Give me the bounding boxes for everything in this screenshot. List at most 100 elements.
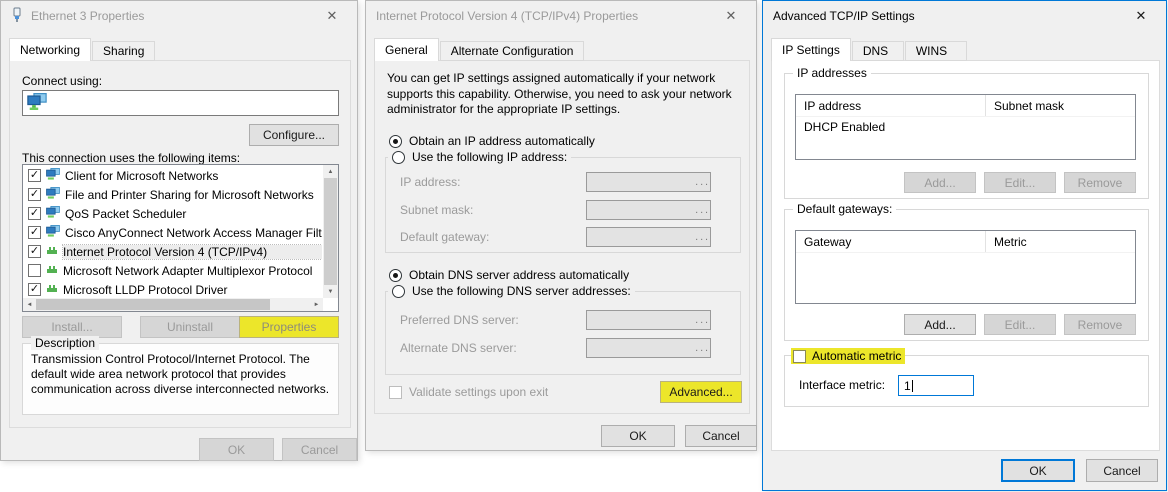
list-item-selected[interactable]: ✓ Internet Protocol Version 4 (TCP/IPv4) xyxy=(24,242,322,261)
checkbox-checked[interactable]: ✓ xyxy=(28,245,41,258)
radio-obtain-dns[interactable]: Obtain DNS server address automatically xyxy=(389,268,629,282)
dialog-title: Internet Protocol Version 4 (TCP/IPv4) P… xyxy=(376,9,638,23)
ip-addresses-listview[interactable]: IP address Subnet mask DHCP Enabled xyxy=(795,94,1136,160)
install-button[interactable]: Install... xyxy=(22,316,122,338)
gateways-listview[interactable]: Gateway Metric xyxy=(795,230,1136,304)
tab-general[interactable]: General xyxy=(374,38,439,61)
list-item[interactable]: ✓ Microsoft LLDP Protocol Driver xyxy=(24,280,322,299)
radio-unselected-icon[interactable] xyxy=(392,151,405,164)
uninstall-button[interactable]: Uninstall xyxy=(140,316,240,338)
list-item-label: Microsoft LLDP Protocol Driver xyxy=(63,283,322,297)
ethernet-titlebar[interactable]: Ethernet 3 Properties ✕ xyxy=(1,1,357,31)
validate-label: Validate settings upon exit xyxy=(409,385,548,399)
protocol-icon xyxy=(46,245,58,259)
description-groupbox: Description Transmission Control Protoco… xyxy=(22,343,339,415)
remove-button[interactable]: Remove xyxy=(1064,314,1136,335)
ok-button[interactable]: OK xyxy=(601,425,675,447)
advanced-button-highlighted[interactable]: Advanced... xyxy=(660,381,742,403)
default-gateway-label: Default gateway: xyxy=(400,230,489,244)
use-dns-groupbox: Use the following DNS server addresses: … xyxy=(385,291,741,375)
checkbox-checked[interactable]: ✓ xyxy=(28,207,41,220)
ok-button[interactable]: OK xyxy=(199,438,274,461)
tab-ip-settings[interactable]: IP Settings xyxy=(771,38,851,61)
checkbox-unchecked[interactable] xyxy=(28,264,41,277)
checkbox-checked[interactable]: ✓ xyxy=(28,283,41,296)
listview-row-dhcp[interactable]: DHCP Enabled xyxy=(796,117,1135,134)
checkbox-checked[interactable]: ✓ xyxy=(28,188,41,201)
connection-items-listbox[interactable]: ✓ Client for Microsoft Networks ✓ File a… xyxy=(22,164,339,312)
column-header-ip[interactable]: IP address xyxy=(796,95,986,116)
description-caption: Description xyxy=(31,336,99,350)
tab-networking[interactable]: Networking xyxy=(9,38,91,61)
list-item-label: Internet Protocol Version 4 (TCP/IPv4) xyxy=(63,245,322,259)
add-button[interactable]: Add... xyxy=(904,172,976,193)
scroll-down-icon[interactable]: ▼ xyxy=(323,285,338,298)
properties-button-highlighted[interactable]: Properties xyxy=(239,316,339,338)
listview-header: Gateway Metric xyxy=(796,231,1135,253)
list-item-label: Client for Microsoft Networks xyxy=(65,169,322,183)
close-icon[interactable]: ✕ xyxy=(716,5,746,27)
subnet-mask-field[interactable]: ... xyxy=(586,200,711,220)
radio-obtain-ip[interactable]: Obtain an IP address automatically xyxy=(389,134,595,148)
checkbox-checked[interactable]: ✓ xyxy=(28,169,41,182)
ok-button[interactable]: OK xyxy=(1001,459,1075,482)
list-item[interactable]: ✓ File and Printer Sharing for Microsoft… xyxy=(24,185,322,204)
cancel-button[interactable]: Cancel xyxy=(685,425,757,447)
tab-dns[interactable]: DNS xyxy=(852,41,904,61)
radio-use-ip[interactable]: Use the following IP address: xyxy=(388,150,571,164)
column-header-subnet[interactable]: Subnet mask xyxy=(986,99,1064,113)
default-gateway-field[interactable]: ... xyxy=(586,227,711,247)
edit-button[interactable]: Edit... xyxy=(984,172,1056,193)
checkbox-unchecked[interactable] xyxy=(793,350,806,363)
scroll-right-icon[interactable]: ► xyxy=(310,298,323,311)
metric-groupbox: Automatic metric Interface metric: 1 xyxy=(784,355,1149,407)
alternate-dns-field[interactable]: ... xyxy=(586,338,711,358)
horizontal-scroll-thumb[interactable] xyxy=(36,299,270,310)
ip-buttons-row: Add... Edit... Remove xyxy=(904,172,1136,193)
cancel-button[interactable]: Cancel xyxy=(282,438,357,461)
ipv4-titlebar[interactable]: Internet Protocol Version 4 (TCP/IPv4) P… xyxy=(366,1,756,31)
ethernet-tabs: Networking Sharing xyxy=(9,38,156,61)
octet-dot: . xyxy=(695,342,698,354)
vertical-scroll-thumb[interactable] xyxy=(324,178,337,285)
remove-button[interactable]: Remove xyxy=(1064,172,1136,193)
radio-use-dns[interactable]: Use the following DNS server addresses: xyxy=(388,284,635,298)
list-item[interactable]: ✓ Client for Microsoft Networks xyxy=(24,166,322,185)
list-item[interactable]: Microsoft Network Adapter Multiplexor Pr… xyxy=(24,261,322,280)
ip-address-field[interactable]: ... xyxy=(586,172,711,192)
advanced-titlebar[interactable]: Advanced TCP/IP Settings ✕ xyxy=(763,1,1166,31)
octet-dot: . xyxy=(695,176,698,188)
radio-selected-icon[interactable] xyxy=(389,269,402,282)
column-header-gateway[interactable]: Gateway xyxy=(796,231,986,252)
tab-sharing[interactable]: Sharing xyxy=(92,41,155,61)
preferred-dns-field[interactable]: ... xyxy=(586,310,711,330)
add-button[interactable]: Add... xyxy=(904,314,976,335)
configure-button[interactable]: Configure... xyxy=(249,124,339,146)
list-item[interactable]: ✓ Cisco AnyConnect Network Access Manage… xyxy=(24,223,322,242)
scroll-left-icon[interactable]: ◄ xyxy=(23,298,36,311)
radio-unselected-icon[interactable] xyxy=(392,285,405,298)
interface-metric-field[interactable]: 1 xyxy=(898,375,974,396)
radio-selected-icon[interactable] xyxy=(389,135,402,148)
cancel-button[interactable]: Cancel xyxy=(1086,459,1158,482)
tab-alternate-configuration[interactable]: Alternate Configuration xyxy=(440,41,585,61)
auto-metric-highlight: Automatic metric xyxy=(791,348,905,364)
scroll-up-icon[interactable]: ▲ xyxy=(323,165,338,178)
validate-checkbox-row[interactable]: Validate settings upon exit xyxy=(389,385,548,399)
tab-wins[interactable]: WINS xyxy=(905,41,967,61)
close-icon[interactable]: ✕ xyxy=(1126,5,1156,27)
ipv4-tabs: General Alternate Configuration xyxy=(374,38,585,61)
horizontal-scrollbar[interactable]: ◄ ► xyxy=(23,298,323,311)
checkbox-checked[interactable]: ✓ xyxy=(28,226,41,239)
column-header-metric[interactable]: Metric xyxy=(986,235,1027,249)
checkbox-unchecked[interactable] xyxy=(389,386,402,399)
vertical-scrollbar[interactable]: ▲ ▼ xyxy=(323,165,338,298)
close-icon[interactable]: ✕ xyxy=(317,5,347,27)
list-item[interactable]: ✓ QoS Packet Scheduler xyxy=(24,204,322,223)
use-ip-groupbox: Use the following IP address: IP address… xyxy=(385,157,741,253)
edit-button[interactable]: Edit... xyxy=(984,314,1056,335)
default-gateways-groupbox: Default gateways: Gateway Metric Add... … xyxy=(784,209,1149,341)
ethernet-plug-icon xyxy=(11,7,23,26)
advanced-tabs: IP Settings DNS WINS xyxy=(771,38,968,61)
listbox-rows: ✓ Client for Microsoft Networks ✓ File a… xyxy=(24,166,322,299)
